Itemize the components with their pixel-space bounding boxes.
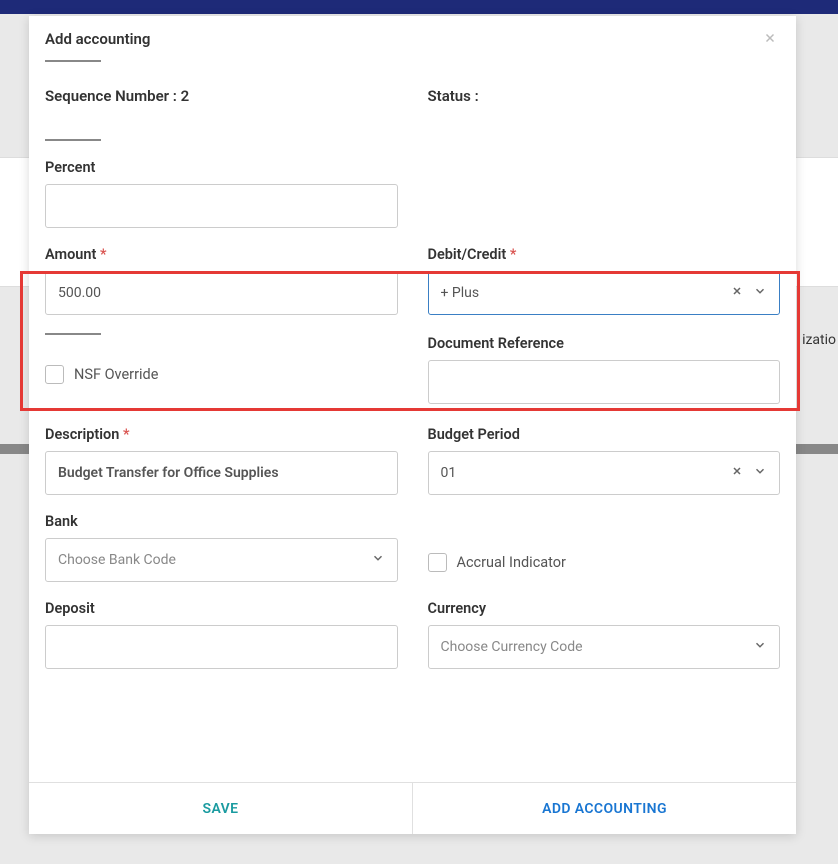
close-icon [763, 31, 777, 45]
percent-label: Percent [45, 159, 398, 176]
bank-placeholder: Choose Bank Code [58, 552, 176, 568]
amount-label: Amount * [45, 246, 398, 263]
modal-body[interactable]: Sequence Number : 2 Status : Percent Amo… [29, 62, 796, 782]
status-label: Status : [428, 87, 479, 105]
chevron-down-icon [371, 551, 385, 569]
modal-footer: SAVE ADD ACCOUNTING [29, 782, 796, 834]
description-input[interactable] [45, 451, 398, 495]
accrual-indicator-checkbox[interactable] [428, 553, 447, 572]
budget-period-label: Budget Period [428, 426, 781, 443]
debit-credit-value: + Plus [441, 285, 480, 301]
section-divider [45, 139, 101, 141]
nsf-override-row: NSF Override [45, 365, 398, 384]
deposit-label: Deposit [45, 600, 398, 617]
debit-credit-select[interactable]: + Plus [428, 271, 781, 315]
close-button[interactable] [758, 26, 782, 50]
amount-input[interactable] [45, 271, 398, 315]
add-accounting-button[interactable]: ADD ACCOUNTING [412, 783, 796, 834]
currency-select[interactable]: Choose Currency Code [428, 625, 781, 669]
bank-select[interactable]: Choose Bank Code [45, 538, 398, 582]
background-text: izatio [802, 332, 836, 348]
debit-credit-label: Debit/Credit * [428, 246, 781, 263]
save-button[interactable]: SAVE [29, 783, 412, 834]
bank-label: Bank [45, 513, 398, 530]
currency-label: Currency [428, 600, 781, 617]
chevron-down-icon [753, 638, 767, 656]
document-reference-input[interactable] [428, 360, 781, 404]
accrual-indicator-row: Accrual Indicator [428, 553, 781, 572]
deposit-input[interactable] [45, 625, 398, 669]
modal-title: Add accounting [45, 30, 780, 58]
nsf-override-label: NSF Override [74, 366, 158, 383]
budget-period-value: 01 [441, 465, 457, 481]
clear-icon[interactable] [731, 285, 743, 301]
description-label: Description * [45, 426, 398, 443]
background-top-bar [0, 0, 838, 14]
add-accounting-modal: Add accounting Sequence Number : 2 Statu… [29, 16, 796, 834]
percent-input[interactable] [45, 184, 398, 228]
sequence-number-label: Sequence Number : 2 [45, 87, 189, 105]
accrual-indicator-label: Accrual Indicator [457, 554, 566, 571]
chevron-down-icon [753, 284, 767, 302]
document-reference-label: Document Reference [428, 335, 781, 352]
modal-header: Add accounting [29, 16, 796, 62]
currency-placeholder: Choose Currency Code [441, 639, 583, 655]
clear-icon[interactable] [731, 465, 743, 481]
budget-period-select[interactable]: 01 [428, 451, 781, 495]
nsf-override-checkbox[interactable] [45, 365, 64, 384]
chevron-down-icon [753, 464, 767, 482]
